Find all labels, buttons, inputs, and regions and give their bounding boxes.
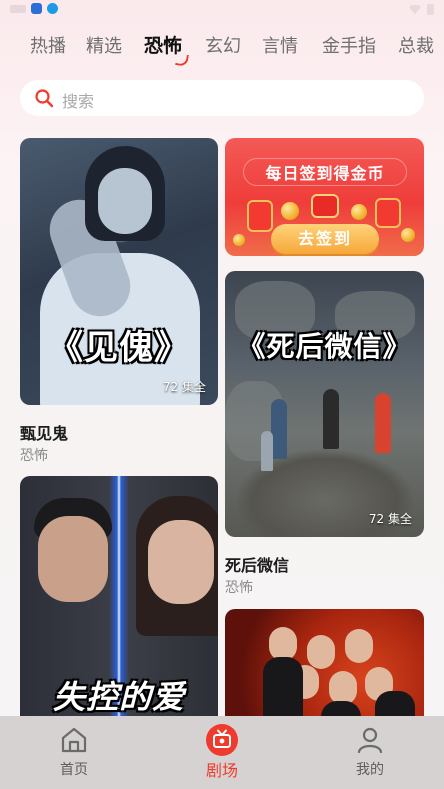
drama-card-4[interactable] bbox=[225, 609, 424, 739]
poster-figure-face bbox=[345, 629, 373, 663]
drama-card-1[interactable]: 《见傀》 72 集全 甄见鬼 恐怖 bbox=[20, 138, 218, 468]
drama-title[interactable]: 甄见鬼 bbox=[20, 420, 68, 444]
search-bar[interactable]: 搜索 bbox=[20, 80, 424, 116]
signin-banner-art: 每日签到得金币 去签到 bbox=[225, 138, 424, 256]
nav-home-label: 首页 bbox=[60, 762, 88, 778]
wifi-icon bbox=[409, 4, 421, 15]
signin-headline: 每日签到得金币 bbox=[265, 164, 385, 183]
gift-box-icon bbox=[311, 194, 339, 218]
gold-coin-icon bbox=[351, 204, 367, 220]
nav-profile[interactable]: 我的 bbox=[330, 724, 410, 779]
tab-hot[interactable]: 热播 bbox=[30, 32, 66, 58]
episode-count-badge: 72 集全 bbox=[162, 380, 206, 394]
poster-title-text: 失控的爱 bbox=[52, 678, 185, 716]
tab-fantasy[interactable]: 玄幻 bbox=[205, 32, 241, 58]
poster-title-text: 《见傀》 bbox=[49, 328, 189, 368]
drama-genre: 恐怖 bbox=[225, 580, 253, 596]
status-right bbox=[409, 4, 434, 15]
poster-figure-face bbox=[38, 516, 108, 602]
poster-figure-face bbox=[329, 671, 357, 705]
drama-card-3[interactable]: 失控的爱 bbox=[20, 476, 218, 736]
tab-ceo[interactable]: 总裁 bbox=[398, 32, 434, 58]
nav-home[interactable]: 首页 bbox=[34, 724, 114, 779]
home-icon bbox=[61, 727, 87, 753]
battery-icon bbox=[427, 4, 434, 15]
red-envelope-icon bbox=[247, 200, 273, 232]
download-notification-icon bbox=[47, 3, 58, 14]
poster-figure-face bbox=[307, 635, 335, 669]
tab-romance[interactable]: 言情 bbox=[262, 32, 298, 58]
nav-profile-label: 我的 bbox=[356, 762, 384, 778]
red-envelope-icon bbox=[375, 198, 401, 228]
nav-theater-label: 剧场 bbox=[205, 761, 238, 780]
poster-figure-face bbox=[148, 520, 214, 604]
nav-theater[interactable]: 剧场 bbox=[182, 724, 262, 781]
category-tabs: 热播 精选 恐怖 玄幻 言情 金手指 总裁 bbox=[0, 28, 444, 68]
tab-golden-finger[interactable]: 金手指 bbox=[322, 32, 376, 58]
gold-coin-icon bbox=[233, 234, 245, 246]
poster-figure bbox=[261, 431, 273, 471]
status-time bbox=[10, 4, 26, 13]
poster-figure bbox=[263, 657, 303, 717]
drama-poster[interactable]: 《见傀》 72 集全 bbox=[20, 138, 218, 405]
tab-featured[interactable]: 精选 bbox=[86, 32, 122, 58]
drama-genre: 恐怖 bbox=[20, 448, 48, 464]
poster-figure bbox=[271, 399, 287, 459]
signin-button[interactable]: 去签到 bbox=[271, 224, 379, 254]
drama-title[interactable]: 死后微信 bbox=[225, 552, 289, 576]
poster-figure bbox=[375, 393, 391, 453]
drama-poster[interactable]: 失控的爱 bbox=[20, 476, 218, 736]
poster-figure-face bbox=[269, 627, 297, 661]
drama-poster[interactable]: 《死后微信》 72 集全 bbox=[225, 271, 424, 537]
search-icon bbox=[35, 89, 54, 108]
bottom-nav: 首页 剧场 我的 bbox=[0, 716, 444, 789]
gold-coin-icon bbox=[401, 228, 415, 242]
theater-icon bbox=[206, 724, 238, 756]
drama-card-2[interactable]: 《死后微信》 72 集全 死后微信 恐怖 bbox=[225, 271, 424, 601]
poster-title-text: 《死后微信》 bbox=[237, 330, 412, 363]
profile-icon bbox=[357, 727, 383, 754]
app-notification-icon bbox=[31, 3, 42, 14]
signin-banner[interactable]: 每日签到得金币 去签到 bbox=[225, 138, 424, 256]
status-bar bbox=[0, 0, 444, 20]
poster-figure bbox=[323, 389, 339, 449]
episode-count-badge: 72 集全 bbox=[368, 512, 412, 526]
search-input[interactable]: 搜索 bbox=[62, 88, 94, 112]
poster-figure-face bbox=[98, 168, 152, 234]
gold-coin-icon bbox=[281, 202, 299, 220]
status-left bbox=[10, 3, 58, 14]
